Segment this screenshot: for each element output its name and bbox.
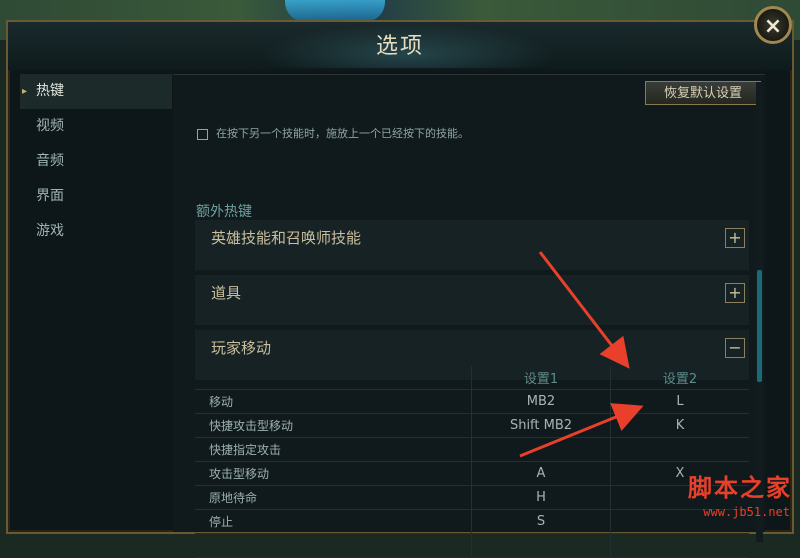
watermark-logo: 脚本之家 bbox=[688, 473, 792, 502]
sidebar-item-label: 热键 bbox=[36, 83, 64, 99]
sidebar-item-interface[interactable]: 界面 bbox=[20, 179, 172, 214]
watermark-url: www.jb51.net bbox=[703, 505, 790, 519]
sidebar-item-label: 游戏 bbox=[36, 223, 64, 239]
keybind-slot-1[interactable] bbox=[471, 533, 611, 558]
expand-icon[interactable]: + bbox=[725, 228, 745, 248]
action-name: 移动 bbox=[195, 389, 472, 414]
active-arrow-icon: ▸ bbox=[22, 86, 28, 97]
sidebar-item-game[interactable]: 游戏 bbox=[20, 214, 172, 249]
action-name: 停止 bbox=[195, 509, 472, 534]
column-header bbox=[195, 366, 472, 390]
sidebar-item-audio[interactable]: 音频 bbox=[20, 144, 172, 179]
sidebar-item-label: 界面 bbox=[36, 188, 64, 204]
group-label: 英雄技能和召唤师技能 bbox=[211, 229, 362, 247]
action-name: 攻击型移动 bbox=[195, 461, 472, 486]
group-items[interactable]: 道具 + bbox=[195, 275, 749, 325]
group-label: 玩家移动 bbox=[211, 339, 272, 357]
close-button[interactable]: × bbox=[754, 6, 792, 44]
action-name: 快捷指定攻击 bbox=[195, 437, 472, 462]
options-window: 选项 × ▸ 热键 视频 音频 界面 游戏 恢复默认设置 在按下另一个技能时，施… bbox=[6, 6, 794, 558]
table-row: 原地待命 H bbox=[195, 485, 749, 510]
table-row bbox=[195, 533, 749, 558]
title-bar: 选项 bbox=[8, 22, 792, 70]
quick-cast-option[interactable]: 在按下另一个技能时，施放上一个已经按下的技能。 bbox=[197, 125, 469, 141]
reset-defaults-button[interactable]: 恢复默认设置 bbox=[645, 81, 761, 105]
keybind-slot-1[interactable]: MB2 bbox=[471, 389, 611, 414]
section-title: 额外热键 bbox=[196, 204, 252, 220]
keybind-slot-2[interactable]: L bbox=[610, 389, 749, 414]
table-row: 快捷指定攻击 bbox=[195, 437, 749, 462]
table-row: 攻击型移动 A X bbox=[195, 461, 749, 486]
sidebar-item-hotkeys[interactable]: ▸ 热键 bbox=[20, 74, 172, 109]
action-name bbox=[195, 533, 472, 558]
keybind-slot-1[interactable]: Shift MB2 bbox=[471, 413, 611, 438]
table-header-row: 设置1 设置2 bbox=[195, 366, 749, 390]
group-champion-abilities[interactable]: 英雄技能和召唤师技能 + bbox=[195, 220, 749, 270]
expand-icon[interactable]: + bbox=[725, 283, 745, 303]
sidebar-item-label: 音频 bbox=[36, 153, 64, 169]
keybind-slot-1[interactable]: H bbox=[471, 485, 611, 510]
group-label: 道具 bbox=[211, 284, 242, 302]
table-row: 停止 S bbox=[195, 509, 749, 534]
sidebar-item-video[interactable]: 视频 bbox=[20, 109, 172, 144]
table-row: 快捷攻击型移动 Shift MB2 K bbox=[195, 413, 749, 438]
movement-keybind-table: 设置1 设置2 移动 MB2 L 快捷攻击型移动 Shift MB2 K 快捷指… bbox=[195, 366, 749, 558]
keybind-slot-1[interactable] bbox=[471, 437, 611, 462]
background-crystal bbox=[285, 0, 385, 22]
window-title: 选项 bbox=[375, 34, 424, 59]
sidebar: ▸ 热键 视频 音频 界面 游戏 bbox=[20, 74, 172, 532]
collapse-icon[interactable]: − bbox=[725, 338, 745, 358]
scrollbar-thumb[interactable] bbox=[757, 270, 762, 382]
keybind-slot-2[interactable] bbox=[610, 533, 749, 558]
table-row: 移动 MB2 L bbox=[195, 389, 749, 414]
action-name: 快捷攻击型移动 bbox=[195, 413, 472, 438]
column-header: 设置1 bbox=[471, 366, 611, 390]
checkbox[interactable] bbox=[197, 128, 208, 140]
keybind-slot-2[interactable] bbox=[610, 437, 749, 462]
action-name: 原地待命 bbox=[195, 485, 472, 510]
column-header: 设置2 bbox=[610, 366, 749, 390]
checkbox-label: 在按下另一个技能时，施放上一个已经按下的技能。 bbox=[216, 127, 469, 140]
hotkeys-panel: 恢复默认设置 在按下另一个技能时，施放上一个已经按下的技能。 额外热键 英雄技能… bbox=[173, 74, 765, 558]
keybind-slot-2[interactable]: K bbox=[610, 413, 749, 438]
keybind-slot-1[interactable]: A bbox=[471, 461, 611, 486]
keybind-slot-1[interactable]: S bbox=[471, 509, 611, 534]
close-icon: × bbox=[763, 14, 783, 39]
sidebar-item-label: 视频 bbox=[36, 118, 64, 134]
